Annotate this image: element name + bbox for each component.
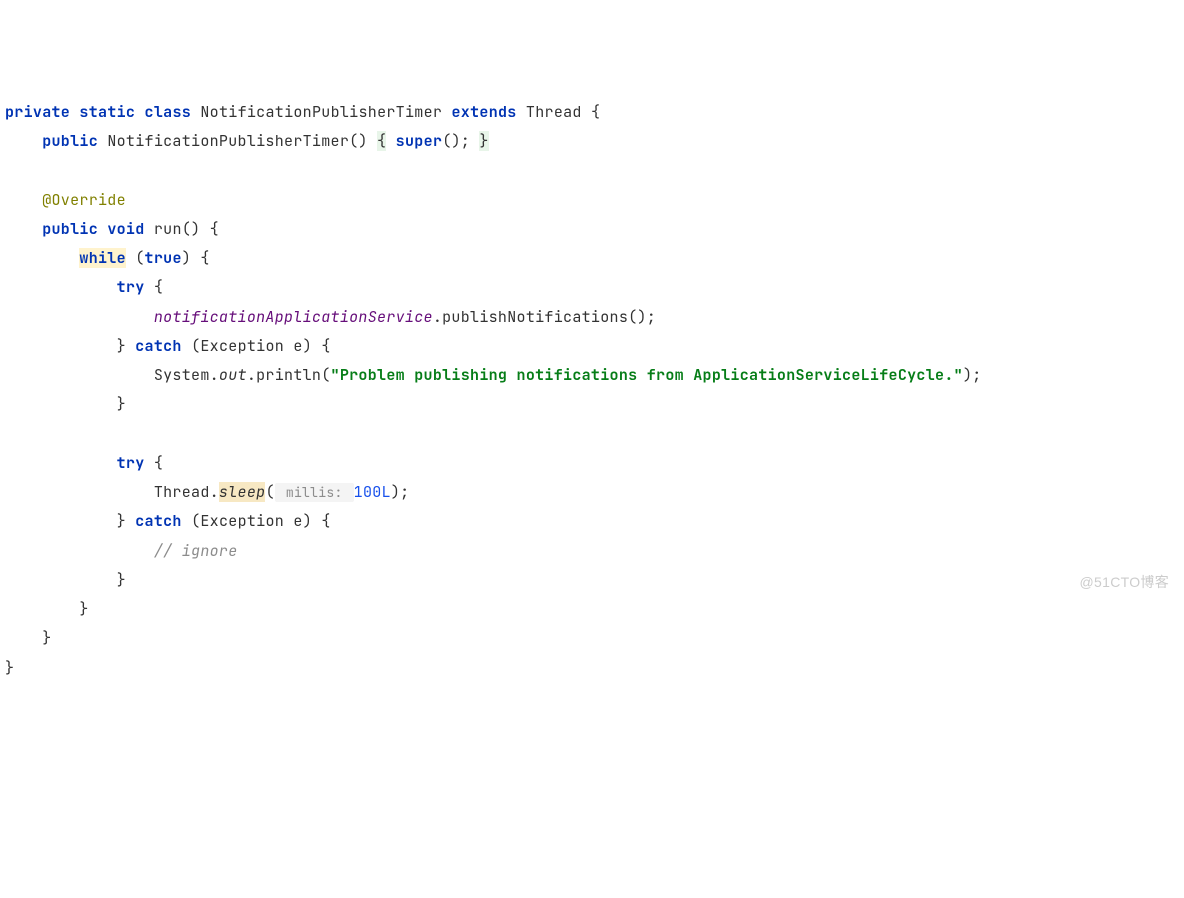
method-run: run() [154, 219, 201, 239]
annotation-override: @Override [42, 190, 126, 210]
paren: ( [135, 248, 144, 268]
field-ref: notificationApplicationService [154, 307, 433, 327]
brace: } [5, 658, 14, 678]
paren: ( [265, 482, 274, 502]
sleep-method: sleep [219, 482, 266, 502]
brace: { [154, 453, 163, 473]
keyword-public: public [42, 219, 98, 239]
keyword-true: true [145, 248, 182, 268]
system-ref: System. [154, 365, 219, 385]
brace: } [117, 511, 126, 531]
param-hint: millis: [275, 483, 354, 502]
number-literal: 100L [354, 482, 391, 502]
paren: ( [191, 511, 200, 531]
brace: } [79, 599, 88, 619]
brace: { [154, 277, 163, 297]
string-literal: "Problem publishing notifications from A… [331, 365, 963, 385]
close-paren: ); [963, 365, 982, 385]
constructor-name: NotificationPublisherTimer() [107, 131, 367, 151]
brace: { [321, 511, 330, 531]
paren: ) [182, 248, 191, 268]
code-block: private static class NotificationPublish… [5, 98, 1179, 683]
out-ref: out [219, 365, 247, 385]
brace: { [321, 336, 330, 356]
paren: ) [303, 336, 312, 356]
thread-ref: Thread. [154, 482, 219, 502]
brace: } [117, 394, 126, 414]
close-paren: ); [391, 482, 410, 502]
method-call: .publishNotifications(); [433, 307, 656, 327]
brace: } [117, 570, 126, 590]
keyword-void: void [107, 219, 144, 239]
println-call: .println( [247, 365, 331, 385]
brace: { [591, 102, 600, 122]
keyword-try: try [117, 453, 145, 473]
parent-class: Thread [526, 102, 582, 122]
brace-open: { [377, 131, 386, 151]
keyword-catch: catch [135, 336, 182, 356]
keyword-private: private [5, 102, 70, 122]
comment: // ignore [154, 541, 238, 561]
brace: } [117, 336, 126, 356]
class-name: NotificationPublisherTimer [200, 102, 442, 122]
paren: ) [303, 511, 312, 531]
brace-close: } [479, 131, 488, 151]
keyword-catch: catch [135, 511, 182, 531]
keyword-class: class [145, 102, 192, 122]
keyword-super: super [396, 131, 443, 151]
watermark: @51CTO博客 [1080, 569, 1169, 596]
keyword-try: try [117, 277, 145, 297]
keyword-while: while [79, 248, 126, 268]
keyword-extends: extends [452, 102, 517, 122]
exception-decl: Exception e [200, 511, 302, 531]
brace: { [200, 248, 209, 268]
keyword-static: static [79, 102, 135, 122]
brace: } [42, 628, 51, 648]
super-call: (); [442, 131, 470, 151]
exception-decl: Exception e [200, 336, 302, 356]
brace: { [210, 219, 219, 239]
paren: ( [191, 336, 200, 356]
keyword-public: public [42, 131, 98, 151]
